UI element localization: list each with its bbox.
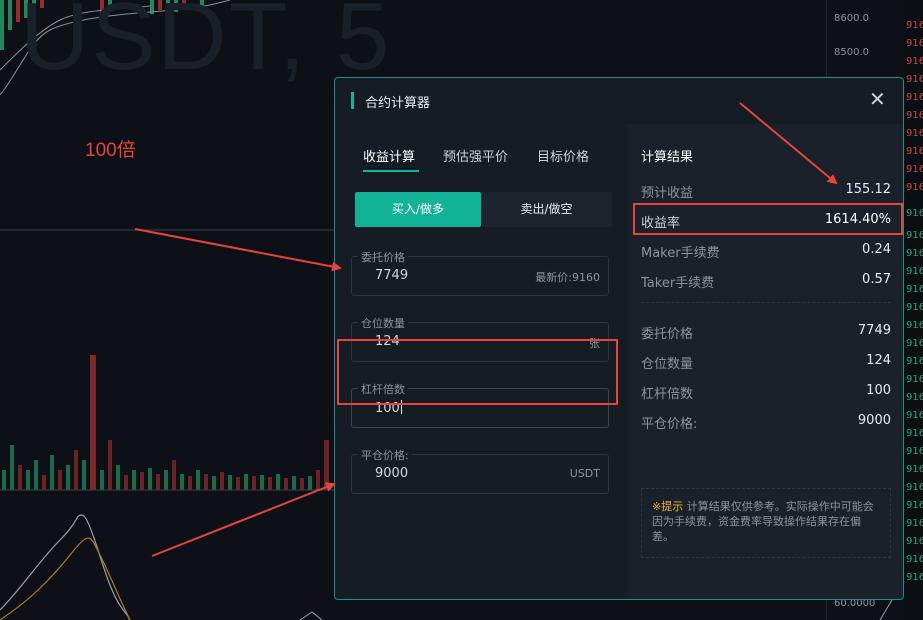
dialog-title: 合约计算器 [365,96,431,111]
entry-price-field[interactable]: 委托价格 7749 最新价:9160 [351,249,609,296]
leverage-highlight-box [337,339,618,405]
taker-fee-label: Taker手续费 [641,276,715,291]
expected-pnl-value: 155.12 [845,182,892,197]
summary-entry-price-value: 7749 [857,323,891,338]
entry-price-label: 委托价格 [358,249,408,265]
maker-fee-value: 0.24 [862,242,891,257]
price-axis-tick: 8600.0 [834,13,869,24]
tab-liquidation-price[interactable]: 预估强平价 [443,146,508,165]
order-book-price: 9161 [906,320,923,331]
summary-position-size-row: 仓位数量 124 [641,353,891,372]
order-book-price: 9161 [906,500,923,511]
disclaimer-box: ※提示 计算结果仅供参考。实际操作中可能会因为手续费，资金费率导致操作结果存在偏… [641,488,891,558]
summary-position-size-value: 124 [866,353,891,368]
order-book-price: 9161 [906,284,923,295]
side-toggle: 买入/做多 卖出/做空 [355,192,612,227]
summary-leverage-value: 100 [866,383,891,398]
order-book-price: 9161 [906,110,923,121]
order-book-price: 9161 [906,446,923,457]
latest-price-hint: 最新价:9160 [535,271,600,284]
calculator-results-panel: 计算结果 预计收益 155.12 收益率 1614.40% Maker手续费 0… [627,124,903,599]
order-book-price: 9161 [906,20,923,31]
position-size-label: 仓位数量 [358,315,408,331]
maker-fee-label: Maker手续费 [641,246,720,261]
order-book-price: 9161 [906,230,923,241]
order-book-price: 9161 [906,208,923,219]
order-book-price: 9161 [906,428,923,439]
leverage-annotation: 100倍 [85,140,136,161]
order-book-price: 9161 [906,302,923,313]
order-book-price: 9161 [906,464,923,475]
close-price-field[interactable]: 平仓价格: 9000 USDT [351,447,609,494]
order-book-price: 9161 [906,146,923,157]
order-book-strip: 9161 9161 9161 9161 9161 9161 9161 9161 … [904,0,923,620]
order-book-price: 9161 [906,182,923,193]
summary-position-size-label: 仓位数量 [641,357,694,372]
order-book-price: 9161 [906,92,923,103]
order-book-price: 9161 [906,482,923,493]
summary-close-price-row: 平仓价格: 9000 [641,413,891,432]
taker-fee-value: 0.57 [862,272,891,287]
entry-price-input[interactable]: 7749 [375,268,408,283]
order-book-price: 9161 [906,74,923,85]
dialog-header: 合约计算器 ✕ [335,78,903,124]
order-book-price: 9161 [906,338,923,349]
summary-leverage-label: 杠杆倍数 [641,387,694,402]
expected-pnl-row: 预计收益 155.12 [641,182,892,201]
summary-close-price-label: 平仓价格: [641,417,698,432]
title-accent-bar [351,92,354,109]
summary-entry-price-label: 委托价格 [641,327,694,342]
order-book-price: 9161 [906,554,923,565]
price-axis-tick: 8500.0 [834,47,869,58]
tab-pnl-calc[interactable]: 收益计算 [363,146,415,165]
order-book-price: 9161 [906,392,923,403]
taker-fee-row: Taker手续费 0.57 [641,272,891,291]
order-book-price: 9161 [906,248,923,259]
order-book-price: 9161 [906,536,923,547]
order-book-price: 9161 [906,518,923,529]
roi-highlight-box [633,203,903,235]
order-book-price: 9161 [906,128,923,139]
summary-leverage-row: 杠杆倍数 100 [641,383,891,402]
active-tab-indicator [363,170,419,172]
results-divider [641,302,891,303]
expected-pnl-label: 预计收益 [641,186,694,201]
usdt-unit: USDT [569,467,600,480]
maker-fee-row: Maker手续费 0.24 [641,242,891,261]
disclaimer-key: ※提示 [652,500,684,513]
disclaimer-text: 计算结果仅供参考。实际操作中可能会因为手续费，资金费率导致操作结果存在偏差。 [652,500,874,543]
order-book-price: 9161 [906,56,923,67]
order-book-price: 9161 [906,410,923,421]
buy-long-button[interactable]: 买入/做多 [355,192,481,227]
results-title: 计算结果 [641,150,694,165]
order-book-price: 9161 [906,572,923,583]
order-book-price: 9161 [906,38,923,49]
close-icon[interactable]: ✕ [869,89,886,109]
order-book-price: 9161 [906,266,923,277]
summary-entry-price-row: 委托价格 7749 [641,323,891,342]
order-book-price: 9161 [906,374,923,385]
order-book-price: 9161 [906,356,923,367]
close-price-label: 平仓价格: [358,447,412,463]
tab-target-price[interactable]: 目标价格 [537,146,589,165]
summary-close-price-value: 9000 [857,413,891,428]
order-book-price: 9161 [906,164,923,175]
sell-short-button[interactable]: 卖出/做空 [481,192,612,227]
close-price-input[interactable]: 9000 [375,466,408,481]
